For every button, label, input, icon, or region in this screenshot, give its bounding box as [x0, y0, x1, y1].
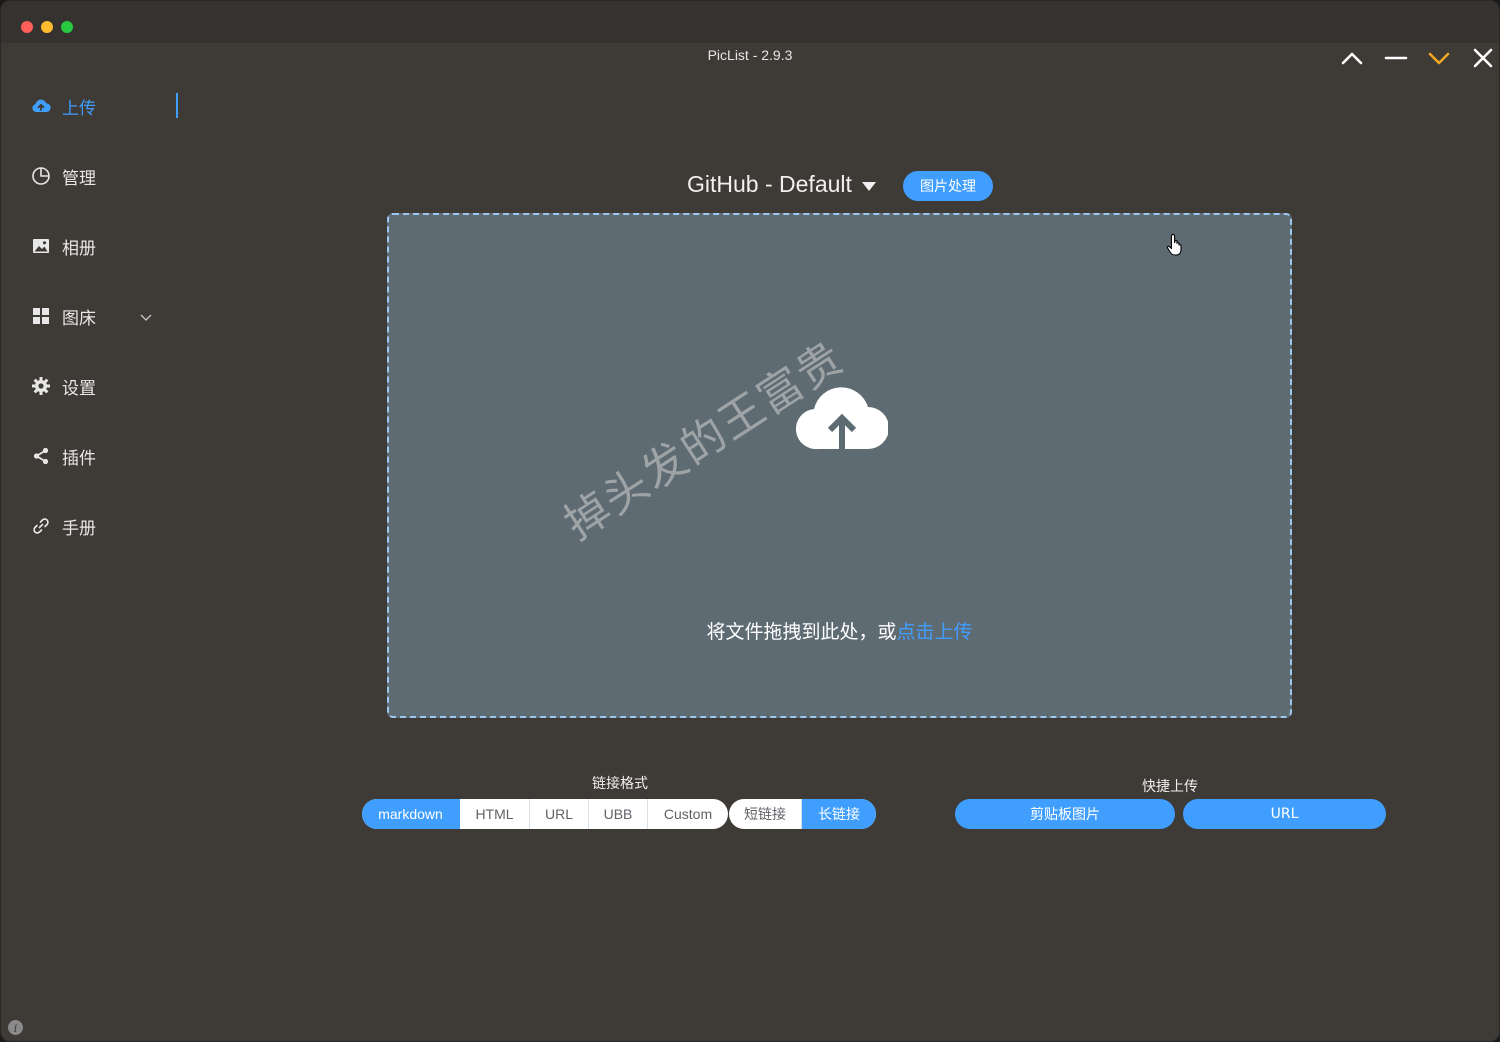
info-icon[interactable]: i: [7, 1019, 24, 1036]
sidebar-item-manage[interactable]: 管理: [29, 161, 96, 191]
sidebar-item-label: 设置: [62, 378, 96, 399]
app-title: PicList - 2.9.3: [707, 47, 793, 63]
image-icon: [29, 234, 53, 258]
pie-chart-icon: [29, 164, 53, 188]
expand-chevron-icon[interactable]: [139, 309, 153, 323]
link-format-group: markdown HTML URL UBB Custom: [362, 799, 728, 829]
image-process-button[interactable]: 图片处理: [903, 171, 993, 201]
close-traffic-light[interactable]: [21, 21, 33, 33]
close-icon[interactable]: [1470, 45, 1496, 71]
sidebar-item-label: 插件: [62, 448, 96, 469]
sidebar-item-label: 图床: [62, 308, 96, 329]
cloud-upload-icon: [795, 383, 889, 453]
svg-text:i: i: [14, 1022, 18, 1035]
sidebar-item-upload[interactable]: 上传: [29, 91, 96, 121]
minimize-traffic-light[interactable]: [41, 21, 53, 33]
sidebar-item-label: 相册: [62, 238, 96, 259]
titlebar[interactable]: [1, 1, 1499, 43]
format-url[interactable]: URL: [530, 799, 589, 829]
hand-cursor-icon: [1166, 233, 1184, 257]
clipboard-image-button[interactable]: 剪贴板图片: [955, 799, 1175, 829]
quick-upload-label: 快捷上传: [1142, 779, 1198, 795]
picbed-name: GitHub - Default: [687, 171, 852, 197]
share-icon: [29, 444, 53, 468]
long-link-option[interactable]: 长链接: [802, 799, 876, 829]
format-markdown[interactable]: markdown: [362, 799, 460, 829]
format-ubb[interactable]: UBB: [589, 799, 648, 829]
format-custom[interactable]: Custom: [648, 799, 728, 829]
sidebar-item-album[interactable]: 相册: [29, 231, 96, 261]
gear-icon: [29, 374, 53, 398]
upload-cloud-icon: [29, 94, 53, 118]
app-window: PicList - 2.9.3 上传 管理 相册 图床 设置 插件 手册 Git…: [0, 0, 1500, 1042]
chevron-down-icon[interactable]: [1426, 45, 1452, 71]
link-icon: [29, 514, 53, 538]
sidebar-item-settings[interactable]: 设置: [29, 371, 96, 401]
sidebar-item-manual[interactable]: 手册: [29, 511, 96, 541]
link-length-group: 短链接 长链接: [729, 799, 876, 829]
sidebar-item-label: 上传: [62, 98, 96, 119]
chevron-up-icon[interactable]: [1339, 45, 1365, 71]
grid-icon: [29, 304, 53, 328]
zoom-traffic-light[interactable]: [61, 21, 73, 33]
picbed-selector[interactable]: GitHub - Default: [687, 171, 876, 198]
sidebar-item-label: 管理: [62, 168, 96, 189]
sidebar-item-plugins[interactable]: 插件: [29, 441, 96, 471]
click-upload-link[interactable]: 点击上传: [897, 621, 973, 643]
format-html[interactable]: HTML: [460, 799, 530, 829]
drop-text: 将文件拖拽到此处，或: [706, 621, 897, 643]
active-indicator: [176, 93, 178, 118]
link-format-label: 链接格式: [592, 776, 648, 792]
sidebar-item-label: 手册: [62, 518, 96, 539]
url-upload-button[interactable]: URL: [1183, 799, 1386, 829]
drop-instruction: 将文件拖拽到此处，或点击上传: [389, 617, 1290, 644]
short-link-option[interactable]: 短链接: [729, 799, 802, 829]
caret-down-icon[interactable]: [861, 181, 876, 191]
minimize-icon[interactable]: [1383, 45, 1409, 71]
upload-dropzone[interactable]: 将文件拖拽到此处，或点击上传: [387, 213, 1292, 718]
sidebar-item-picbed[interactable]: 图床: [29, 301, 96, 331]
